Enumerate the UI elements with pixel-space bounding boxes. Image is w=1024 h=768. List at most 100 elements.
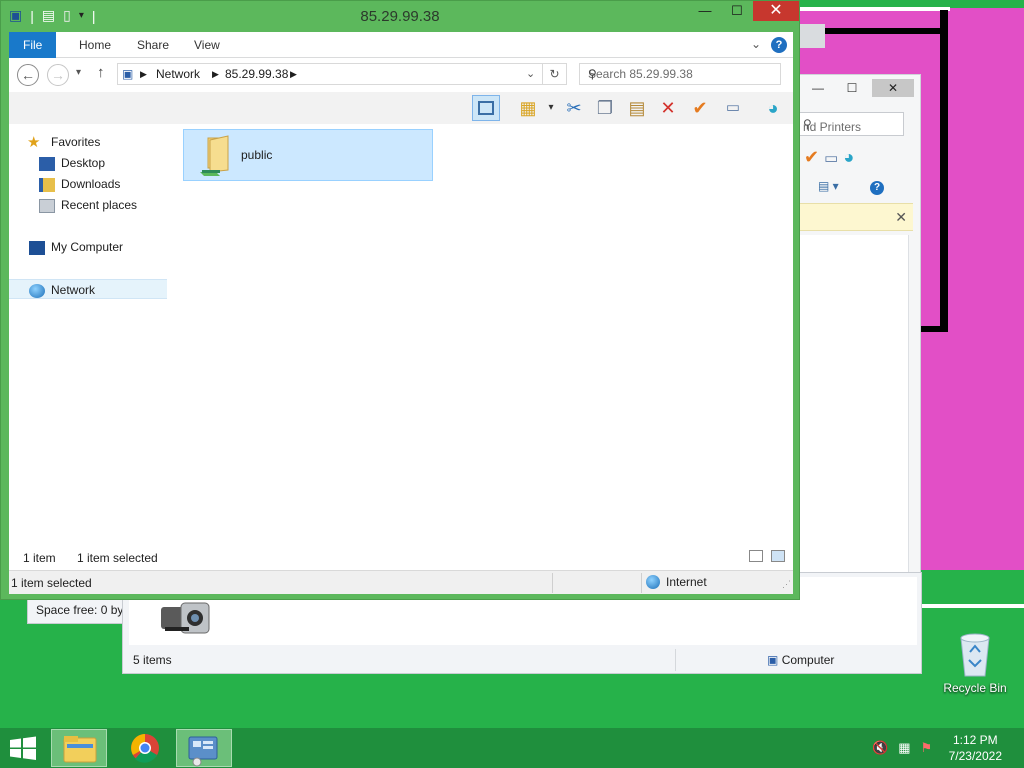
resize-grip-icon[interactable]: ⋰	[782, 579, 791, 590]
help-icon[interactable]: ?	[870, 181, 885, 195]
large-icons-view-icon[interactable]	[771, 550, 785, 562]
window-body	[794, 235, 909, 575]
check-icon[interactable]: ✔	[804, 147, 819, 167]
tab-home[interactable]: Home	[65, 32, 125, 58]
help-icon[interactable]: ?	[771, 37, 787, 53]
nav-desktop-label: Desktop	[61, 156, 106, 170]
volume-muted-icon[interactable]: 🔇	[872, 740, 888, 756]
breadcrumb-host[interactable]: 85.29.99.38	[225, 67, 288, 81]
chrome-icon	[131, 734, 159, 763]
tab-view[interactable]: View	[180, 32, 234, 58]
status-bar: 1 item selected Internet ⋰	[9, 570, 793, 594]
minimize-button[interactable]: —	[804, 79, 832, 97]
status-text: 1 item selected	[11, 576, 92, 590]
devices-printers-window[interactable]: — ☐ ✕ nd Printers ⚲ ✔ ▭ ◕ ▤ ▾ ? ✕	[793, 74, 921, 575]
ribbon-tabs: File Home Share View ⌄ ?	[9, 32, 793, 58]
tab-share[interactable]: Share	[123, 32, 183, 58]
taskbar-chrome[interactable]	[117, 729, 173, 767]
search-box[interactable]: nd Printers ⚲	[794, 112, 904, 136]
copy-icon[interactable]: ❐	[591, 95, 619, 121]
nav-my-computer-label: My Computer	[51, 240, 124, 254]
camera-icon[interactable]	[157, 601, 213, 637]
maximize-button[interactable]: ☐	[838, 79, 866, 97]
taskbar-file-explorer[interactable]	[51, 729, 107, 767]
search-input[interactable]: Search 85.29.99.38 ⚲	[579, 63, 781, 85]
divider	[641, 573, 642, 593]
nav-my-computer[interactable]: My Computer	[29, 237, 187, 257]
computer-icon	[29, 240, 45, 255]
recycle-bin[interactable]: Recycle Bin	[940, 630, 1010, 695]
shared-folder-public[interactable]: public	[183, 129, 433, 181]
file-list: public	[167, 124, 793, 544]
nav-favorites[interactable]: ★ Favorites	[27, 132, 185, 152]
status-items: 5 items	[133, 653, 172, 667]
close-button[interactable]: ✕	[872, 79, 914, 97]
black-frame-line	[940, 10, 948, 332]
divider	[552, 573, 553, 593]
shared-folder-icon	[200, 135, 229, 176]
selected-count: 1 item selected	[77, 551, 158, 565]
shell-icon[interactable]: ◕	[759, 95, 787, 121]
properties-icon[interactable]: ▭	[824, 150, 838, 167]
recent-locations-icon[interactable]: ▾	[76, 67, 81, 78]
paste-icon[interactable]: ▤	[623, 95, 651, 121]
white-line	[920, 604, 1024, 608]
chevron-right-icon[interactable]: ▶	[290, 69, 297, 80]
search-icon: ⚲	[803, 117, 812, 131]
close-button[interactable]: ✕	[753, 1, 799, 21]
address-bar[interactable]: ▣ ▶ Network ▶ 85.29.99.38 ▶ ⌄	[117, 63, 543, 85]
minimize-button[interactable]: —	[689, 1, 721, 21]
forward-button[interactable]: →	[47, 64, 69, 86]
info-bar: ✕	[794, 203, 913, 231]
nav-favorites-label: Favorites	[51, 135, 101, 149]
up-button[interactable]: ↑	[97, 64, 105, 81]
system-tray: 🔇 ▦ ⚑	[872, 740, 932, 756]
window-title: 85.29.99.38	[360, 8, 440, 25]
cut-icon[interactable]: ✂	[560, 95, 588, 121]
status-location: ▣ Computer	[767, 653, 834, 667]
item-count: 1 item	[23, 551, 56, 565]
tab-file[interactable]: File	[9, 32, 57, 58]
title-bar[interactable]: ▣ | ▤ ▯ ▾ | 85.29.99.38 — ☐ ✕	[1, 1, 799, 32]
delete-icon[interactable]: ✕	[654, 95, 682, 121]
taskbar-control-panel[interactable]	[176, 729, 232, 767]
white-line	[795, 7, 950, 11]
explorer-window[interactable]: ▣ | ▤ ▯ ▾ | 85.29.99.38 — ☐ ✕ File Home …	[0, 0, 800, 600]
shell-icon[interactable]: ◕	[843, 147, 854, 167]
chevron-down-icon[interactable]: ⌄	[526, 67, 535, 80]
space-free-label: Space free: 0 byt	[27, 598, 123, 624]
clock[interactable]: 1:12 PM 7/23/2022	[949, 732, 1002, 764]
chevron-right-icon[interactable]: ▶	[212, 69, 219, 80]
properties-icon[interactable]: ▭	[719, 95, 747, 121]
back-button[interactable]: ←	[17, 64, 39, 86]
search-icon: ⚲	[588, 67, 597, 81]
preview-pane-icon[interactable]	[472, 95, 500, 121]
network-status-icon[interactable]: ▦	[898, 740, 910, 756]
action-center-icon[interactable]: ⚑	[920, 740, 932, 756]
taskbar: 🔇 ▦ ⚑ 1:12 PM 7/23/2022	[0, 728, 1024, 768]
chevron-right-icon[interactable]: ▶	[140, 69, 147, 80]
folder-label: public	[241, 148, 273, 162]
security-zone: Internet	[646, 575, 707, 589]
item-count-bar: 1 item 1 item selected	[9, 544, 793, 570]
toolbar-row2: ▤ ▾ ?	[818, 179, 885, 195]
network-icon: ▣	[122, 67, 134, 81]
close-icon[interactable]: ✕	[895, 209, 907, 226]
address-row: ← → ▾ ↑ ▣ ▶ Network ▶ 85.29.99.38 ▶ ⌄ ↻ …	[9, 58, 793, 92]
refresh-button[interactable]: ↻	[543, 63, 567, 85]
maximize-button[interactable]: ☐	[721, 1, 753, 21]
clock-date: 7/23/2022	[948, 749, 1002, 763]
start-button[interactable]	[8, 736, 38, 760]
check-icon[interactable]: ✔	[686, 95, 714, 121]
nav-network[interactable]: Network	[9, 279, 167, 299]
breadcrumb-network[interactable]: Network	[156, 67, 200, 81]
zone-label: Internet	[666, 575, 707, 589]
view-icon[interactable]: ▤ ▾	[818, 179, 839, 193]
desktop-icon	[39, 156, 55, 171]
details-view-icon[interactable]	[749, 550, 763, 562]
status-location-label: Computer	[781, 653, 835, 667]
downloads-icon	[39, 177, 55, 192]
window-controls: — ☐ ✕	[689, 1, 799, 21]
expand-ribbon-icon[interactable]: ⌄	[751, 37, 761, 53]
computer-icon: ▣	[767, 653, 779, 667]
